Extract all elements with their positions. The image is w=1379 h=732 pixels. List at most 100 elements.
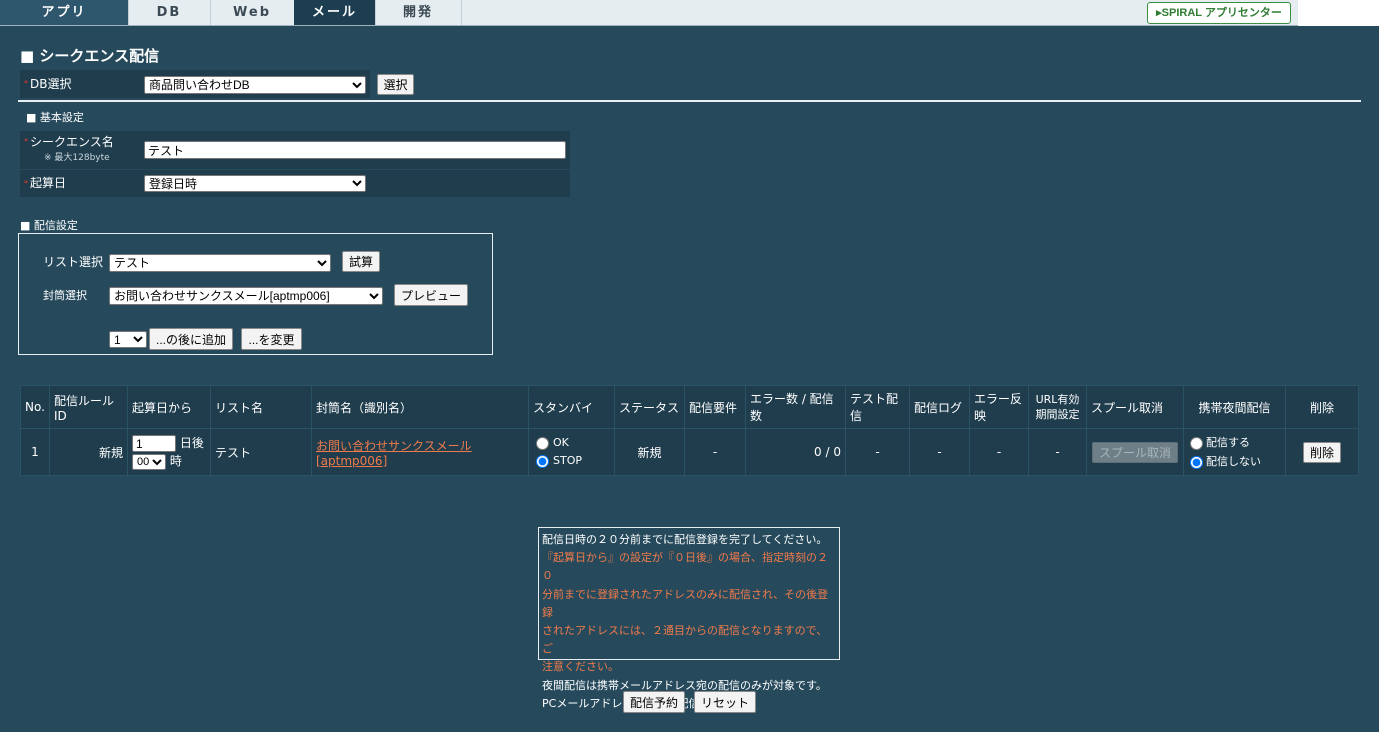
divider (18, 100, 1361, 102)
preview-button[interactable]: プレビュー (394, 284, 468, 306)
standby-ok-label: OK (553, 436, 569, 449)
reset-button[interactable]: リセット (694, 691, 756, 713)
cell-spool-cancel: スプール取消 (1086, 428, 1184, 476)
sequence-name-input[interactable] (144, 141, 566, 159)
spiral-app-center-logo[interactable]: ▸SPIRAL アプリセンター (1147, 2, 1291, 24)
col-header-error-reflect: エラー反映 (969, 385, 1029, 429)
spool-cancel-button[interactable]: スプール取消 (1092, 441, 1178, 463)
col-header-delete: 削除 (1285, 385, 1359, 429)
col-header-status: ステータス (614, 385, 685, 429)
nav-tab-mail[interactable]: メール (294, 0, 376, 25)
col-header-requirement: 配信要件 (684, 385, 746, 429)
cell-delete: 削除 (1285, 428, 1359, 476)
hour-dropdown[interactable]: 00 (132, 453, 166, 470)
base-date-dropdown[interactable]: 登録日時 (144, 175, 366, 192)
cell-test: - (845, 428, 910, 476)
night-yes-radio[interactable] (1190, 436, 1203, 450)
calc-button[interactable]: 試算 (342, 251, 380, 272)
notice-warning-line: 分前までに登録されたアドレスのみに配信され、その後登録 (542, 587, 829, 619)
notice-warning-line: 『起算日から』の設定が『０日後』の場合、指定時刻の２０ (542, 551, 828, 583)
night-no-option[interactable]: 配信しない (1190, 455, 1261, 469)
hour-unit: 時 (169, 454, 182, 468)
required-marker: * (24, 79, 28, 88)
notice-line: 夜間配信は携帯メールアドレス宛の配信のみが対象です。 (542, 678, 827, 692)
list-select-label: リスト選択 (43, 255, 104, 269)
change-button[interactable]: ...を変更 (241, 328, 302, 350)
days-unit: 日後 (179, 436, 204, 450)
cell-days-from: 日後 00 時 (127, 428, 211, 476)
standby-ok-radio[interactable] (536, 436, 549, 450)
notice-box: 配信日時の２０分前までに配信登録を完了してください。 『起算日から』の設定が『０… (538, 527, 840, 710)
cell-url-period: - (1028, 428, 1087, 476)
nav-tab-web[interactable]: Web (210, 0, 295, 25)
col-header-log: 配信ログ (909, 385, 970, 429)
standby-ok-option[interactable]: OK (533, 436, 569, 450)
url-header-line1: URL有効 (1035, 393, 1080, 406)
standby-stop-radio[interactable] (536, 454, 549, 468)
notice-line: 配信日時の２０分前までに配信登録を完了してください。 (542, 533, 828, 546)
notice-line: PCメールアドレスは夜間も配信されます。 (542, 695, 836, 713)
col-header-list-name: リスト名 (210, 385, 312, 429)
base-date-label: * 起算日 (20, 170, 138, 197)
cell-night: 配信する 配信しない (1183, 428, 1286, 476)
envelope-link[interactable]: お問い合わせサンクスメール[aptmp006] (316, 439, 472, 468)
col-header-days-from: 起算日から (127, 385, 211, 429)
distribution-settings-box: リスト選択 テスト 試算 封筒選択 お問い合わせサンクスメール[aptmp006… (18, 233, 493, 355)
cell-error-reflect: - (969, 428, 1029, 476)
night-yes-label: 配信する (1206, 436, 1250, 449)
list-select-dropdown[interactable]: テスト (109, 254, 331, 272)
basic-settings-heading: ■ 基本設定 (26, 111, 84, 124)
table-row: 1 新規 日後 00 時 テスト お問い合わせサンクスメール[aptmp006]… (20, 428, 1359, 476)
sequence-name-note: ※ 最大128byte (44, 153, 110, 163)
header-spacer (1298, 0, 1379, 26)
top-navigation: アプリ DB Web メール 開発 ▸SPIRAL アプリセンター (0, 0, 1298, 26)
required-marker: * (24, 137, 28, 146)
night-no-radio[interactable] (1190, 455, 1203, 469)
col-header-test: テスト配信 (845, 385, 910, 429)
col-header-night: 携帯夜間配信 (1183, 385, 1286, 429)
cell-list-name: テスト (210, 428, 312, 476)
required-marker: * (24, 179, 28, 188)
position-dropdown[interactable]: 1 (109, 331, 147, 348)
notice-warning-line: されたアドレスには、２通目からの配信となりますので、ご (542, 624, 828, 656)
envelope-select-dropdown[interactable]: お問い合わせサンクスメール[aptmp006] (109, 287, 383, 305)
distribution-settings-heading: ■ 配信設定 (20, 219, 78, 232)
reserve-button[interactable]: 配信予約 (623, 691, 685, 713)
col-header-envelope: 封筒名（識別名） (311, 385, 529, 429)
table-header-row: No. 配信ルールID 起算日から リスト名 封筒名（識別名） スタンバイ ステ… (20, 385, 1359, 429)
cell-requirement: - (684, 428, 746, 476)
envelope-select-label: 封筒選択 (43, 289, 87, 302)
add-after-button[interactable]: ...の後に追加 (149, 328, 233, 350)
standby-stop-option[interactable]: STOP (533, 454, 582, 468)
cell-standby: OK STOP (528, 428, 615, 476)
cell-log: - (909, 428, 970, 476)
cell-rule-id: 新規 (49, 428, 128, 476)
db-select-label: * DB選択 (20, 70, 138, 98)
standby-stop-label: STOP (553, 454, 582, 467)
nav-tab-apps[interactable]: アプリ (0, 0, 129, 25)
db-select-dropdown[interactable]: 商品問い合わせDB (144, 76, 366, 94)
delivery-rules-table: No. 配信ルールID 起算日から リスト名 封筒名（識別名） スタンバイ ステ… (20, 385, 1359, 476)
night-yes-option[interactable]: 配信する (1190, 436, 1250, 450)
col-header-standby: スタンバイ (528, 385, 615, 429)
cell-status: 新規 (614, 428, 685, 476)
sequence-name-label-text: シークエンス名 (30, 135, 114, 149)
col-header-no: No. (20, 385, 50, 429)
col-header-error-count: エラー数 / 配信数 (745, 385, 846, 429)
sequence-name-cell (138, 131, 570, 169)
nav-tab-dev[interactable]: 開発 (375, 0, 462, 25)
nav-tab-db[interactable]: DB (128, 0, 211, 25)
delete-button[interactable]: 削除 (1303, 441, 1341, 463)
sequence-name-label: * シークエンス名 ※ 最大128byte (20, 131, 138, 169)
cell-no: 1 (20, 428, 50, 476)
cell-envelope: お問い合わせサンクスメール[aptmp006] (311, 428, 529, 476)
night-no-label: 配信しない (1206, 455, 1261, 468)
db-select-button[interactable]: 選択 (377, 74, 414, 95)
col-header-spool-cancel: スプール取消 (1086, 385, 1184, 429)
url-header-line2: 期間設定 (1035, 408, 1080, 421)
notice-warning-line: 注意ください。 (542, 660, 619, 674)
col-header-rule-id: 配信ルールID (49, 385, 128, 429)
days-input[interactable] (132, 435, 176, 452)
cell-error-count: 0 / 0 (745, 428, 846, 476)
db-select-label-text: DB選択 (30, 77, 72, 91)
